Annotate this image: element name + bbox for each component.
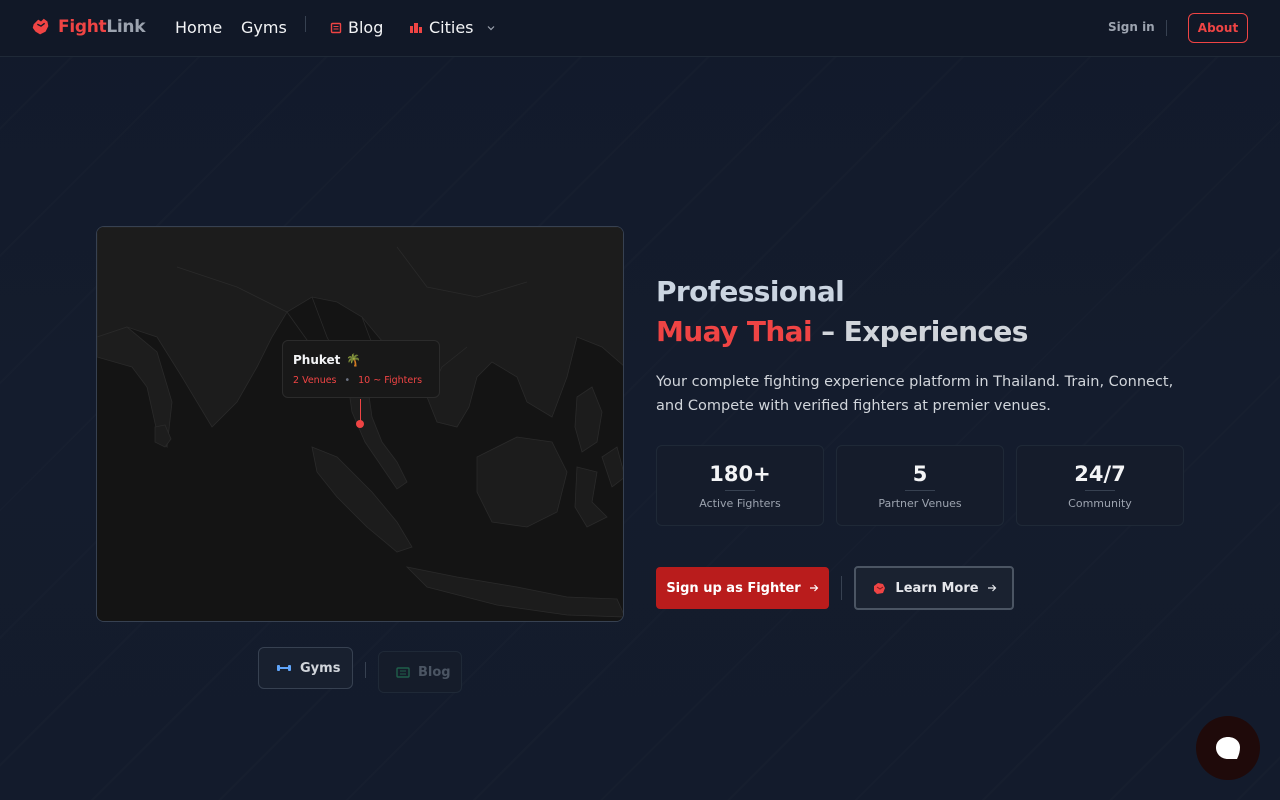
about-button[interactable]: About	[1188, 13, 1248, 43]
nav-cities-label: Cities	[429, 18, 474, 37]
nav-blog[interactable]: Blog	[330, 18, 383, 37]
glove-icon	[874, 583, 886, 594]
nav-home[interactable]: Home	[175, 18, 222, 37]
top-navigation: FightLink Home Gyms Blog Cities Sign in …	[0, 0, 1280, 57]
logo[interactable]: FightLink	[30, 16, 146, 38]
tooltip-fighters: 10 ~ Fighters	[358, 375, 423, 386]
tooltip-venues: 2 Venues	[293, 375, 337, 386]
tooltip-city-name: Phuket	[293, 353, 341, 367]
stat-card: 24/7 Community	[1016, 445, 1184, 526]
stat-card: 180+ Active Fighters	[656, 445, 824, 526]
nav-cities-dropdown[interactable]: Cities	[409, 18, 496, 37]
stat-value: 5	[912, 462, 928, 486]
arrow-right-icon	[809, 584, 819, 592]
chevron-down-icon	[487, 25, 494, 30]
book-icon	[330, 22, 342, 33]
nav-divider	[305, 16, 306, 32]
hero-title-line1: Professional	[656, 275, 845, 308]
dumbbell-icon	[277, 665, 291, 671]
stat-label: Community	[1068, 497, 1132, 510]
nav-divider-right	[1166, 20, 1167, 36]
nav-gyms[interactable]: Gyms	[241, 18, 287, 37]
stat-value: 24/7	[1074, 462, 1126, 486]
books-icon	[396, 667, 410, 678]
chip-divider	[365, 662, 366, 678]
map-filter-gyms-label: Gyms	[300, 660, 341, 676]
chat-icon	[1216, 737, 1240, 759]
arrow-right-icon	[987, 584, 996, 592]
hero-title: Professional Muay Thai – Experiences	[656, 272, 1028, 352]
map-pin-marker[interactable]	[356, 420, 364, 428]
stat-label: Partner Venues	[878, 497, 962, 510]
sign-up-fighter-button[interactable]: Sign up as Fighter	[656, 567, 829, 609]
stat-divider	[1085, 490, 1115, 491]
palm-tree-icon: 🌴	[346, 353, 362, 367]
hero-description: Your complete fighting experience platfo…	[656, 374, 1174, 414]
stat-value: 180+	[709, 462, 771, 486]
map-filter-blog-label: Blog	[418, 664, 451, 680]
learn-more-button[interactable]: Learn More	[854, 566, 1014, 610]
map-filter-gyms[interactable]: Gyms	[258, 647, 353, 689]
tooltip-separator: •	[344, 375, 351, 386]
stat-divider	[725, 490, 755, 491]
chat-launcher[interactable]	[1196, 716, 1260, 780]
cta-divider	[841, 576, 842, 600]
hero-title-rest: – Experiences	[811, 315, 1028, 348]
stat-divider	[905, 490, 935, 491]
learn-more-label: Learn More	[895, 580, 979, 596]
logo-text-fight: Fight	[58, 17, 107, 37]
city-icon	[410, 22, 422, 33]
fist-icon	[32, 18, 49, 35]
stat-card: 5 Partner Venues	[836, 445, 1004, 526]
hero-title-highlight: Muay Thai	[656, 315, 813, 348]
nav-blog-label: Blog	[348, 18, 384, 37]
city-tooltip[interactable]: Phuket 🌴 2 Venues • 10 ~ Fighters	[282, 340, 440, 398]
stat-label: Active Fighters	[699, 497, 781, 510]
map-pin-line	[360, 399, 361, 421]
map-filter-blog[interactable]: Blog	[378, 651, 462, 693]
region-map[interactable]: Phuket 🌴 2 Venues • 10 ~ Fighters	[96, 226, 624, 622]
logo-text-link: Link	[106, 17, 146, 37]
sign-in-link[interactable]: Sign in	[1108, 20, 1155, 34]
sign-up-fighter-label: Sign up as Fighter	[666, 580, 801, 596]
